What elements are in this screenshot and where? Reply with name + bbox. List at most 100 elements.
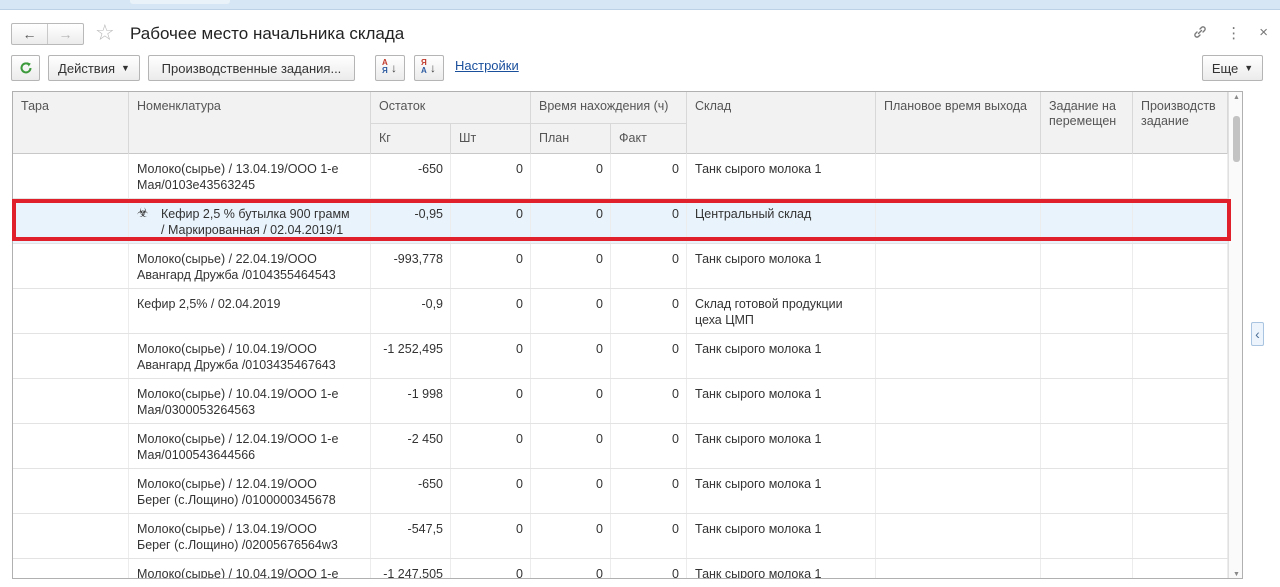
- cell-planned-exit[interactable]: [876, 289, 1041, 333]
- cell-nomenclature[interactable]: Молоко(сырье) / 13.04.19/ООО 1-е Мая/0103…: [129, 154, 371, 198]
- tab-fragment[interactable]: [130, 0, 230, 4]
- cell-pcs[interactable]: 0: [451, 514, 531, 558]
- cell-fact[interactable]: 0: [611, 244, 687, 288]
- cell-plan[interactable]: 0: [531, 244, 611, 288]
- cell-fact[interactable]: 0: [611, 379, 687, 423]
- cell-pcs[interactable]: 0: [451, 334, 531, 378]
- cell-planned-exit[interactable]: [876, 244, 1041, 288]
- cell-tara[interactable]: [13, 559, 129, 578]
- cell-nomenclature[interactable]: Молоко(сырье) / 10.04.19/ООО 1-е Мая/0300…: [129, 379, 371, 423]
- cell-kg[interactable]: -1 247,505: [371, 559, 451, 578]
- cell-tara[interactable]: [13, 334, 129, 378]
- cell-fact[interactable]: 0: [611, 334, 687, 378]
- table-row[interactable]: Молоко(сырье) / 13.04.19/ООО 1-е Мая/0103…: [13, 154, 1228, 199]
- col-prod-task[interactable]: Производств задание: [1133, 92, 1228, 154]
- cell-pcs[interactable]: 0: [451, 154, 531, 198]
- production-tasks-button[interactable]: Производственные задания...: [148, 55, 355, 81]
- scroll-up-icon[interactable]: ▲: [1233, 94, 1240, 101]
- cell-plan[interactable]: 0: [531, 154, 611, 198]
- cell-pcs[interactable]: 0: [451, 244, 531, 288]
- cell-nomenclature[interactable]: Кефир 2,5% / 02.04.2019: [129, 289, 371, 333]
- col-nomenclature[interactable]: Номенклатура: [129, 92, 371, 154]
- refresh-button[interactable]: [11, 55, 40, 81]
- cell-move-task[interactable]: [1041, 469, 1133, 513]
- cell-move-task[interactable]: [1041, 424, 1133, 468]
- more-button[interactable]: Еще ▼: [1202, 55, 1263, 81]
- col-planned-exit[interactable]: Плановое время выхода: [876, 92, 1041, 154]
- cell-warehouse[interactable]: Танк сырого молока 1: [687, 244, 876, 288]
- cell-warehouse[interactable]: Танк сырого молока 1: [687, 559, 876, 578]
- table-row[interactable]: Молоко(сырье) / 10.04.19/ООО Авангард Дру…: [13, 334, 1228, 379]
- cell-nomenclature[interactable]: Молоко(сырье) / 22.04.19/ООО Авангард Дру…: [129, 244, 371, 288]
- cell-move-task[interactable]: [1041, 154, 1133, 198]
- cell-plan[interactable]: 0: [531, 559, 611, 578]
- cell-move-task[interactable]: [1041, 289, 1133, 333]
- cell-warehouse[interactable]: Склад готовой продукции цеха ЦМП: [687, 289, 876, 333]
- cell-prod-task[interactable]: [1133, 469, 1228, 513]
- cell-planned-exit[interactable]: [876, 469, 1041, 513]
- cell-fact[interactable]: 0: [611, 424, 687, 468]
- cell-nomenclature[interactable]: Молоко(сырье) / 12.04.19/ООО 1-е Мая/0100…: [129, 424, 371, 468]
- cell-kg[interactable]: -1 252,495: [371, 334, 451, 378]
- cell-warehouse[interactable]: Танк сырого молока 1: [687, 379, 876, 423]
- cell-nomenclature[interactable]: Молоко(сырье) / 10.04.19/ООО Авангард Дру…: [129, 334, 371, 378]
- cell-prod-task[interactable]: [1133, 514, 1228, 558]
- data-table[interactable]: Тара Номенклатура Остаток Кг Шт Время на…: [12, 91, 1243, 579]
- cell-move-task[interactable]: [1041, 559, 1133, 578]
- cell-pcs[interactable]: 0: [451, 424, 531, 468]
- cell-fact[interactable]: 0: [611, 154, 687, 198]
- settings-link[interactable]: Настройки: [455, 58, 519, 73]
- back-button[interactable]: ←: [12, 24, 48, 44]
- col-pcs[interactable]: Шт: [451, 123, 531, 154]
- cell-prod-task[interactable]: [1133, 244, 1228, 288]
- cell-kg[interactable]: -993,778: [371, 244, 451, 288]
- cell-tara[interactable]: [13, 379, 129, 423]
- cell-tara[interactable]: [13, 469, 129, 513]
- cell-move-task[interactable]: [1041, 244, 1133, 288]
- cell-plan[interactable]: 0: [531, 379, 611, 423]
- sort-descending-button[interactable]: Я А ↓: [414, 55, 444, 81]
- cell-planned-exit[interactable]: [876, 154, 1041, 198]
- col-remainder[interactable]: Остаток: [371, 92, 531, 123]
- actions-button[interactable]: Действия ▼: [48, 55, 140, 81]
- cell-pcs[interactable]: 0: [451, 469, 531, 513]
- cell-nomenclature[interactable]: Молоко(сырье) / 10.04.19/ООО 1-е: [129, 559, 371, 578]
- cell-warehouse[interactable]: Танк сырого молока 1: [687, 334, 876, 378]
- cell-planned-exit[interactable]: [876, 334, 1041, 378]
- cell-tara[interactable]: [13, 289, 129, 333]
- cell-move-task[interactable]: [1041, 334, 1133, 378]
- cell-kg[interactable]: -0,9: [371, 289, 451, 333]
- table-row[interactable]: Молоко(сырье) / 10.04.19/ООО 1-е -1 247,5…: [13, 559, 1228, 578]
- cell-warehouse[interactable]: Танк сырого молока 1: [687, 424, 876, 468]
- link-icon[interactable]: [1192, 24, 1208, 44]
- col-kg[interactable]: Кг: [371, 123, 451, 154]
- cell-tara[interactable]: [13, 244, 129, 288]
- cell-tara[interactable]: [13, 424, 129, 468]
- cell-prod-task[interactable]: [1133, 559, 1228, 578]
- cell-planned-exit[interactable]: [876, 559, 1041, 578]
- cell-nomenclature[interactable]: Молоко(сырье) / 13.04.19/ООО Берег (с.Лощ…: [129, 514, 371, 558]
- scroll-down-icon[interactable]: ▼: [1233, 571, 1240, 578]
- cell-planned-exit[interactable]: [876, 424, 1041, 468]
- cell-plan[interactable]: 0: [531, 289, 611, 333]
- cell-pcs[interactable]: 0: [451, 289, 531, 333]
- scroll-thumb[interactable]: [1233, 116, 1240, 162]
- col-tara[interactable]: Тара: [13, 92, 129, 154]
- cell-fact[interactable]: 0: [611, 289, 687, 333]
- cell-warehouse[interactable]: Танк сырого молока 1: [687, 469, 876, 513]
- cell-nomenclature[interactable]: Молоко(сырье) / 12.04.19/ООО Берег (с.Лощ…: [129, 469, 371, 513]
- cell-warehouse[interactable]: Танк сырого молока 1: [687, 514, 876, 558]
- cell-fact[interactable]: 0: [611, 469, 687, 513]
- cell-kg[interactable]: -650: [371, 469, 451, 513]
- sort-ascending-button[interactable]: А Я ↓: [375, 55, 405, 81]
- cell-plan[interactable]: 0: [531, 334, 611, 378]
- col-warehouse[interactable]: Склад: [687, 92, 876, 154]
- side-panel-toggle[interactable]: ‹: [1251, 322, 1264, 346]
- table-row[interactable]: Молоко(сырье) / 12.04.19/ООО 1-е Мая/0100…: [13, 424, 1228, 469]
- cell-planned-exit[interactable]: [876, 514, 1041, 558]
- vertical-scrollbar[interactable]: ▲ ▼: [1228, 92, 1242, 578]
- cell-warehouse[interactable]: Танк сырого молока 1: [687, 154, 876, 198]
- cell-kg[interactable]: -650: [371, 154, 451, 198]
- more-vertical-icon[interactable]: ⋮: [1226, 24, 1241, 44]
- favorite-star-icon[interactable]: ☆: [95, 21, 115, 45]
